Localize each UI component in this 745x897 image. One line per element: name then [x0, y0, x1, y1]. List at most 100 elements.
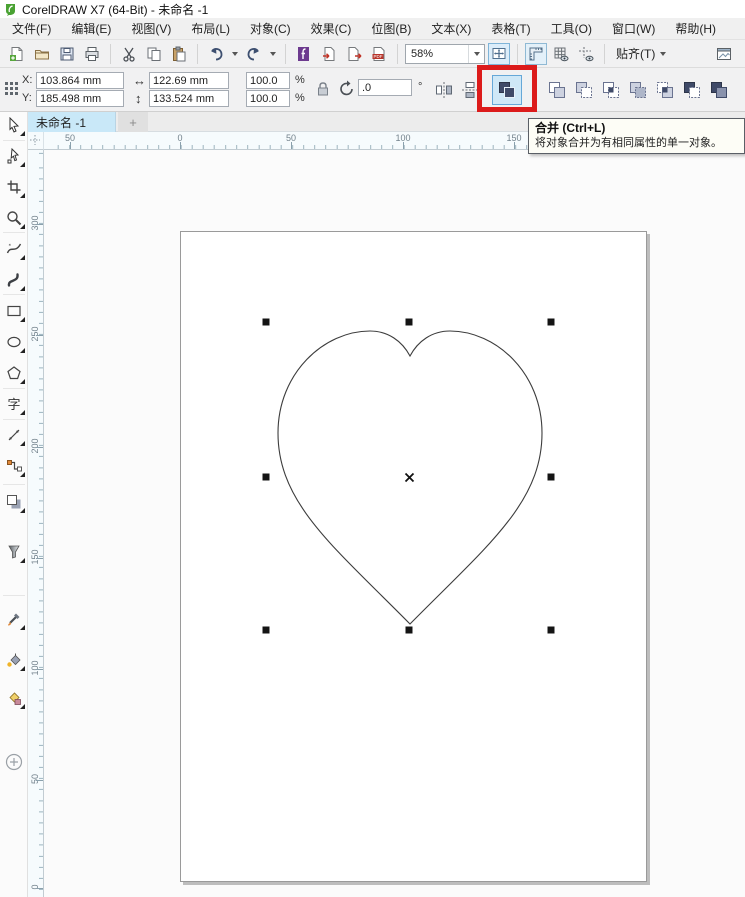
scale-vertical-field[interactable]: [246, 90, 290, 107]
x-position-field[interactable]: [36, 72, 124, 89]
open-button[interactable]: [31, 43, 53, 65]
ellipse-tool-icon: [6, 334, 22, 350]
vertical-ruler[interactable]: 300 250 200 150 100 50 0: [28, 150, 44, 897]
menu-item-edit[interactable]: 编辑(E): [61, 18, 121, 40]
handle-bottom-left[interactable]: [263, 627, 270, 634]
scale-horizontal-percent: %: [295, 74, 305, 86]
menu-item-object[interactable]: 对象(C): [240, 18, 301, 40]
parallel-dimension-tool-button[interactable]: [2, 423, 26, 447]
create-boundary-button[interactable]: [707, 78, 731, 102]
full-screen-preview-button[interactable]: [488, 43, 510, 65]
redo-button[interactable]: [243, 43, 265, 65]
new-document-tab-button[interactable]: +: [118, 112, 148, 132]
handle-top-left[interactable]: [263, 319, 270, 326]
quick-customize-button[interactable]: [2, 750, 26, 774]
drawing-canvas[interactable]: [44, 150, 745, 897]
show-grid-button[interactable]: [550, 43, 572, 65]
ellipse-tool-button[interactable]: [2, 330, 26, 354]
y-position-field[interactable]: [36, 90, 124, 107]
rectangle-tool-button[interactable]: [2, 299, 26, 323]
paste-clipboard-icon: [171, 46, 187, 62]
import-button[interactable]: [318, 43, 340, 65]
handle-bottom-center[interactable]: [406, 627, 413, 634]
polygon-tool-button[interactable]: [2, 361, 26, 385]
menu-item-help[interactable]: 帮助(H): [665, 18, 726, 40]
pick-tool-button[interactable]: [2, 113, 26, 137]
handle-top-center[interactable]: [406, 319, 413, 326]
menu-item-tools[interactable]: 工具(O): [541, 18, 602, 40]
simplify-button[interactable]: [626, 78, 650, 102]
copy-button[interactable]: [143, 43, 165, 65]
interactive-fill-tool-button[interactable]: [2, 648, 26, 672]
property-bar: X: Y: ↔ ↕ % % °: [0, 68, 745, 112]
cut-button[interactable]: [118, 43, 140, 65]
handle-middle-left[interactable]: [263, 474, 270, 481]
menu-item-view[interactable]: 视图(V): [121, 18, 181, 40]
canvas-overlay: [44, 150, 745, 897]
tooltip-description: 将对象合并为有相同属性的单一对象。: [535, 136, 738, 150]
paste-button[interactable]: [168, 43, 190, 65]
intersect-button[interactable]: [599, 78, 623, 102]
menu-item-window[interactable]: 窗口(W): [602, 18, 665, 40]
ruler-label: 100: [30, 660, 40, 676]
save-button[interactable]: [56, 43, 78, 65]
rotation-angle-field[interactable]: [358, 79, 412, 96]
transparency-tool-button[interactable]: [2, 540, 26, 564]
color-eyedropper-tool-button[interactable]: [2, 607, 26, 631]
object-height-field[interactable]: [149, 90, 229, 107]
options-button[interactable]: [713, 43, 735, 65]
snap-to-dropdown[interactable]: 贴齐(T): [612, 45, 672, 62]
toolbar-separator: [285, 44, 286, 64]
mirror-vertical-button[interactable]: [458, 78, 482, 102]
new-document-button[interactable]: [6, 43, 28, 65]
front-minus-back-button[interactable]: [653, 78, 677, 102]
connector-tool-button[interactable]: [2, 454, 26, 478]
publish-pdf-button[interactable]: PDF: [368, 43, 390, 65]
menu-item-layout[interactable]: 布局(L): [181, 18, 240, 40]
redo-dropdown-arrow[interactable]: [270, 52, 276, 56]
menu-item-table[interactable]: 表格(T): [481, 18, 540, 40]
zoom-tool-button[interactable]: [2, 206, 26, 230]
object-width-field[interactable]: [149, 72, 229, 89]
menu-item-file[interactable]: 文件(F): [2, 18, 61, 40]
menu-item-text[interactable]: 文本(X): [421, 18, 481, 40]
show-rulers-button[interactable]: [525, 43, 547, 65]
combine-button[interactable]: [492, 75, 522, 105]
undo-dropdown-arrow[interactable]: [232, 52, 238, 56]
shape-tool-button[interactable]: [2, 144, 26, 168]
freehand-tool-button[interactable]: [2, 237, 26, 261]
weld-button[interactable]: [545, 78, 569, 102]
copy-icon: [146, 46, 162, 62]
back-minus-front-button[interactable]: [680, 78, 704, 102]
artistic-media-tool-button[interactable]: [2, 268, 26, 292]
zoom-combo-arrow[interactable]: [468, 45, 484, 63]
handle-bottom-right[interactable]: [548, 627, 555, 634]
search-content-icon: [296, 46, 312, 62]
artistic-media-tool-icon: [6, 272, 22, 288]
print-button[interactable]: [81, 43, 103, 65]
zoom-level-combo[interactable]: 58%: [405, 44, 485, 64]
printer-icon: [84, 46, 100, 62]
text-tool-button[interactable]: 字: [2, 392, 26, 416]
drop-shadow-tool-button[interactable]: [2, 490, 26, 514]
trim-button[interactable]: [572, 78, 596, 102]
smart-fill-tool-button[interactable]: [2, 686, 26, 710]
document-tab-active[interactable]: 未命名 -1: [28, 112, 116, 132]
search-content-button[interactable]: [293, 43, 315, 65]
ruler-label: 250: [30, 326, 40, 342]
menu-item-bitmaps[interactable]: 位图(B): [361, 18, 421, 40]
undo-button[interactable]: [205, 43, 227, 65]
scale-horizontal-field[interactable]: [246, 72, 290, 89]
show-guidelines-button[interactable]: [575, 43, 597, 65]
object-width-icon: ↔: [133, 74, 146, 87]
handle-middle-right[interactable]: [548, 474, 555, 481]
menu-item-effects[interactable]: 效果(C): [301, 18, 362, 40]
mirror-horizontal-button[interactable]: [432, 78, 456, 102]
selection-center-mark[interactable]: [406, 474, 414, 482]
export-button[interactable]: [343, 43, 365, 65]
handle-top-right[interactable]: [548, 319, 555, 326]
ruler-origin-corner[interactable]: [28, 132, 44, 150]
lock-ratio-icon[interactable]: [316, 81, 330, 97]
crop-tool-button[interactable]: [2, 175, 26, 199]
svg-text:PDF: PDF: [374, 54, 383, 59]
